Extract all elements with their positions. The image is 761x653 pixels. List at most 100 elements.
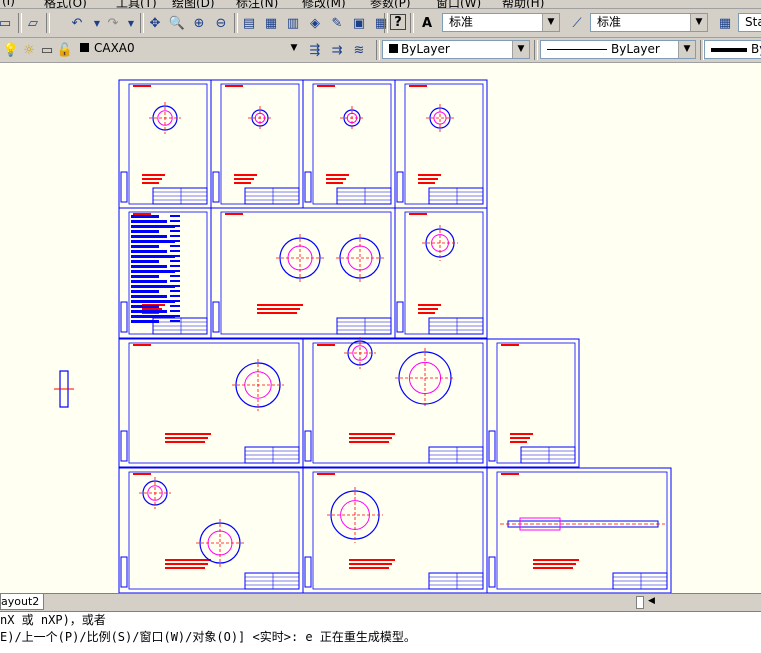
- parts-list-cell: [170, 280, 180, 282]
- zoom-realtime-icon[interactable]: 🔍: [168, 14, 186, 32]
- note-line: [257, 312, 297, 314]
- quickcalc-icon[interactable]: ▣: [350, 14, 368, 32]
- drawing-sheet: [394, 79, 488, 209]
- pan-icon[interactable]: ✥: [146, 14, 164, 32]
- parts-list-cell: [170, 310, 180, 312]
- parts-list-row: [131, 290, 159, 293]
- zoom-window-icon[interactable]: ⊕: [190, 14, 208, 32]
- drawing-sheet: [302, 467, 488, 593]
- redo-icon[interactable]: ↷: [104, 14, 122, 32]
- parts-list-row: [131, 305, 159, 308]
- parts-list-row: [131, 250, 167, 253]
- note-line: [418, 308, 438, 310]
- toolbar-separator: [234, 13, 238, 33]
- parts-list-cell: [170, 285, 180, 287]
- toolbar-separator: [410, 13, 414, 33]
- text-style-select[interactable]: 标准 ▼: [442, 13, 560, 32]
- linetype-preview: [547, 49, 607, 50]
- bulb-icon[interactable]: 💡: [2, 41, 20, 59]
- chevron-down-icon: ▼: [512, 41, 529, 58]
- menu-item-tools[interactable]: 工具(T): [116, 0, 157, 8]
- drawing-sheet: [302, 338, 488, 468]
- menu-item-window[interactable]: 窗口(W): [436, 0, 481, 8]
- chevron-down-icon: ▼: [542, 14, 559, 31]
- sun-icon[interactable]: ☼: [20, 41, 38, 59]
- dim-style-select[interactable]: 标准 ▼: [590, 13, 708, 32]
- text-style-icon[interactable]: A: [418, 14, 436, 32]
- sheet-code-box: [317, 344, 335, 346]
- parts-list-cell: [170, 270, 180, 272]
- sheet-code-box: [501, 473, 519, 475]
- note-line: [326, 178, 346, 180]
- undo-icon[interactable]: ↶: [68, 14, 86, 32]
- menu-item-modify[interactable]: 修改(M): [302, 0, 346, 8]
- paste-icon[interactable]: ▭: [0, 14, 14, 32]
- drawing-canvas[interactable]: [0, 63, 761, 593]
- eraser-icon[interactable]: ▱: [24, 14, 42, 32]
- tab-layout2[interactable]: ayout2: [0, 594, 45, 610]
- menu-item-insert[interactable]: (I): [2, 0, 15, 8]
- layer-states-icon[interactable]: ≋: [350, 41, 368, 59]
- parts-list-row: [131, 320, 159, 323]
- help-icon[interactable]: ?: [390, 14, 406, 30]
- parts-list-cell: [170, 215, 180, 217]
- parts-list-cell: [170, 305, 180, 307]
- sheet-code-box: [225, 213, 243, 215]
- table-style-select[interactable]: Sta: [738, 13, 761, 32]
- design-center-icon[interactable]: ▦: [262, 14, 280, 32]
- zoom-previous-icon[interactable]: ⊖: [212, 14, 230, 32]
- properties-icon[interactable]: ▤: [240, 14, 258, 32]
- linetype-select[interactable]: ByLayer ▼: [540, 40, 696, 59]
- menu-item-parametric[interactable]: 参数(P): [370, 0, 411, 8]
- menu-bar: (I) 格式(O) 工具(T) 绘图(D) 标注(N) 修改(M) 参数(P) …: [0, 0, 761, 9]
- sheet-code-box: [133, 344, 151, 346]
- layers-toolbar: 💡 ☼ ▭ 🔓 CAXA0 ▼ ⇶ ⇉ ≋ ByLayer ▼ ByLayer …: [0, 38, 761, 63]
- note-line: [349, 433, 395, 435]
- make-current-layer-icon[interactable]: ⇶: [306, 41, 324, 59]
- note-line: [165, 433, 211, 435]
- parts-list-row: [131, 270, 175, 273]
- command-history-line: E)/上一个(P)/比例(S)/窗口(W)/对象(O)] <实时>: e 正在重…: [0, 630, 416, 644]
- standard-toolbar: ▭ ▱ ↶ ▼ ↷ ▼ ✥ 🔍 ⊕ ⊖ ▤ ▦ ▥ ◈ ✎ ▣ ▦ ? A 标准…: [0, 9, 761, 38]
- sheet-set-icon[interactable]: ◈: [306, 14, 324, 32]
- sheet-code-box: [133, 85, 151, 87]
- note-line: [234, 178, 254, 180]
- layer-previous-icon[interactable]: ⇉: [328, 41, 346, 59]
- parts-list-row: [131, 310, 167, 313]
- parts-list-row: [131, 275, 159, 278]
- menu-item-help[interactable]: 帮助(H): [502, 0, 544, 8]
- menu-item-format[interactable]: 格式(O): [44, 0, 87, 8]
- dim-style-icon[interactable]: ⟋: [568, 14, 586, 32]
- parts-list-row: [131, 300, 175, 303]
- parts-list-row: [131, 285, 175, 288]
- tool-palettes-icon[interactable]: ▥: [284, 14, 302, 32]
- note-line: [142, 174, 165, 176]
- note-line: [533, 563, 576, 565]
- color-select[interactable]: ByLayer ▼: [382, 40, 530, 59]
- scroll-left-icon[interactable]: ◀: [648, 596, 655, 606]
- table-style-icon[interactable]: ▦: [716, 14, 734, 32]
- lock-icon[interactable]: 🔓: [56, 41, 74, 59]
- layer-select[interactable]: CAXA0 ▼: [74, 40, 302, 59]
- drawing-sheet: [118, 467, 304, 593]
- drawing-sheet: [486, 338, 580, 468]
- viewport-icon[interactable]: ▭: [38, 41, 56, 59]
- parts-list-row: [131, 230, 159, 233]
- note-line: [165, 559, 211, 561]
- note-line: [165, 563, 208, 565]
- redo-dropdown-icon[interactable]: ▼: [122, 14, 140, 32]
- lineweight-select[interactable]: By: [704, 40, 761, 59]
- parts-list-row: [131, 220, 167, 223]
- menu-item-draw[interactable]: 绘图(D): [172, 0, 215, 8]
- command-line[interactable]: nX 或 nXP)，或者 E)/上一个(P)/比例(S)/窗口(W)/对象(O)…: [0, 611, 761, 653]
- toolbar-separator: [534, 40, 538, 60]
- markup-icon[interactable]: ✎: [328, 14, 346, 32]
- scrollbar-thumb[interactable]: [636, 596, 644, 609]
- note-line: [533, 559, 579, 561]
- menu-item-dimension[interactable]: 标注(N): [236, 0, 278, 8]
- drawing-sheet: [210, 79, 304, 209]
- sheet-code-box: [409, 213, 427, 215]
- note-line: [234, 182, 251, 184]
- note-line: [418, 174, 441, 176]
- toolbar-separator: [384, 13, 388, 33]
